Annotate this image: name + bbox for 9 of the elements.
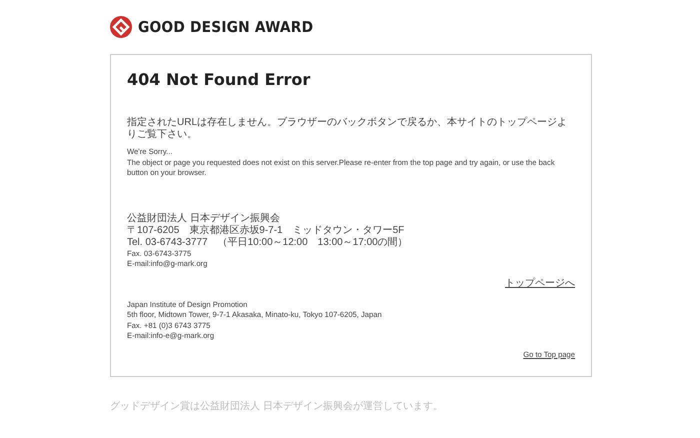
footer-note: グッドデザイン賞は公益財団法人 日本デザイン振興会が運営しています。 [110, 401, 443, 412]
error-message: 指定されたURLは存在しません。ブラウザーのバックボタンで戻るか、本サイトのトップページよりご覧下さい。 [127, 117, 568, 141]
logo-text: GOOD DESIGN AWARD [138, 18, 314, 36]
logo-icon [110, 16, 132, 38]
address-line: Tel. 03-6743-3777 （平日10:00～12:00 13:00～17:00の間） [127, 236, 409, 248]
top-page-link[interactable]: トップページへ [505, 278, 575, 290]
page-title: 404 Not Found Error [127, 71, 312, 89]
address-line: 〒107-6205 東京都港区赤坂9-7-1 ミッドタウン・タワー5F [127, 224, 406, 236]
address-line: 公益財団法人 日本デザイン振興会 [127, 212, 281, 224]
